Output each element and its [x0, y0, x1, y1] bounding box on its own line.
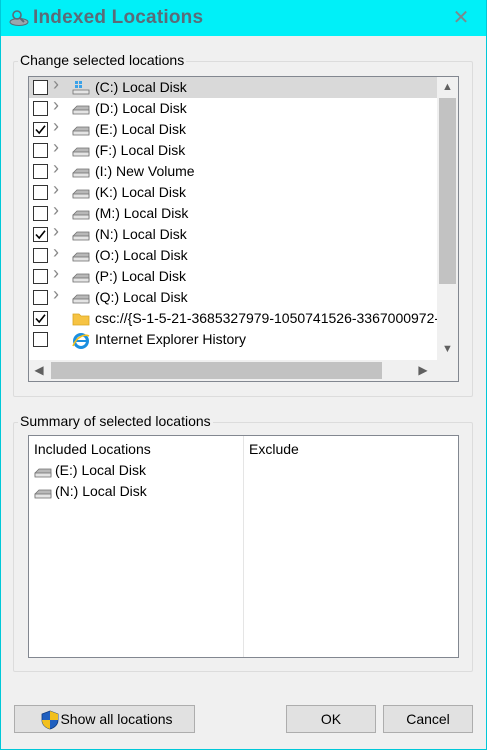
- drive-icon: [71, 290, 91, 306]
- scroll-down-icon[interactable]: ▼: [437, 339, 458, 359]
- tree-row[interactable]: › (N:) Local Disk: [29, 222, 438, 245]
- drive-icon: [71, 122, 91, 138]
- tree-row[interactable]: › (D:) Local Disk: [29, 96, 438, 119]
- change-locations-label: Change selected locations: [18, 52, 187, 68]
- tree-row[interactable]: › (P:) Local Disk: [29, 264, 438, 287]
- cancel-label: Cancel: [406, 711, 450, 727]
- column-divider: [243, 436, 244, 657]
- location-checkbox[interactable]: [33, 164, 48, 179]
- location-label: csc://{S-1-5-21-3685327979-1050741526-33…: [95, 310, 438, 326]
- drive-icon: [71, 227, 91, 243]
- tree-row[interactable]: › (C:) Local Disk: [29, 77, 438, 98]
- close-button[interactable]: ✕: [450, 7, 472, 29]
- horizontal-scrollbar[interactable]: ◀ ▶: [29, 360, 458, 381]
- folder-icon: [71, 311, 91, 327]
- chevron-right-icon[interactable]: ›: [53, 201, 65, 219]
- drive-icon: [71, 248, 91, 264]
- location-label: (I:) New Volume: [95, 163, 195, 179]
- location-checkbox[interactable]: [33, 248, 48, 263]
- location-checkbox[interactable]: [33, 332, 48, 347]
- drive-icon: [71, 143, 91, 159]
- location-checkbox[interactable]: [33, 185, 48, 200]
- search-index-icon: [9, 10, 29, 26]
- ok-label: OK: [320, 711, 342, 727]
- tree-row[interactable]: › (M:) Local Disk: [29, 201, 438, 224]
- vertical-scroll-thumb[interactable]: [439, 98, 456, 284]
- exclude-header: Exclude: [249, 441, 299, 457]
- vertical-scrollbar[interactable]: ▲ ▼: [437, 77, 458, 360]
- windows-drive-icon: [71, 80, 91, 96]
- chevron-right-icon[interactable]: ›: [53, 138, 65, 156]
- cancel-button[interactable]: Cancel: [383, 705, 473, 733]
- location-label: (C:) Local Disk: [95, 79, 187, 95]
- location-checkbox[interactable]: [33, 80, 48, 95]
- chevron-right-icon[interactable]: ›: [53, 243, 65, 261]
- chevron-right-icon[interactable]: ›: [53, 222, 65, 240]
- location-checkbox[interactable]: [33, 206, 48, 221]
- horizontal-scroll-thumb[interactable]: [51, 362, 382, 379]
- location-checkbox[interactable]: [33, 290, 48, 305]
- drive-icon: [71, 206, 91, 222]
- tree-row[interactable]: Internet Explorer History: [29, 329, 438, 350]
- included-item-label: (N:) Local Disk: [55, 483, 147, 499]
- tree-row[interactable]: csc://{S-1-5-21-3685327979-1050741526-33…: [29, 308, 438, 329]
- drive-icon: [71, 101, 91, 117]
- show-all-locations-button[interactable]: Show all locations: [14, 705, 195, 733]
- location-checkbox[interactable]: [33, 227, 48, 242]
- location-label: (O:) Local Disk: [95, 247, 188, 263]
- uac-shield-icon: [41, 710, 59, 730]
- drive-icon: [33, 464, 53, 480]
- tree-rows: › (C:) Local Disk › (D:) Local Disk › (E:) Lo…: [29, 77, 438, 360]
- tree-row[interactable]: › (E:) Local Disk: [29, 117, 438, 140]
- scroll-right-icon[interactable]: ▶: [413, 360, 433, 381]
- tree-row[interactable]: › (O:) Local Disk: [29, 243, 438, 266]
- indexed-locations-dialog: Indexed Locations ✕ Change selected loca…: [0, 0, 487, 750]
- tree-row[interactable]: › (K:) Local Disk: [29, 180, 438, 203]
- title-bar[interactable]: Indexed Locations ✕: [1, 0, 486, 36]
- included-item-label: (E:) Local Disk: [55, 462, 147, 478]
- locations-tree[interactable]: › (C:) Local Disk › (D:) Local Disk › (E:) Lo…: [28, 76, 459, 382]
- scroll-up-icon[interactable]: ▲: [437, 77, 458, 97]
- drive-icon: [71, 164, 91, 180]
- tree-row[interactable]: › (I:) New Volume: [29, 159, 438, 182]
- chevron-right-icon[interactable]: ›: [53, 180, 65, 198]
- location-checkbox[interactable]: [33, 122, 48, 137]
- summary-list: Included Locations Exclude (E:) Local Di…: [28, 435, 459, 658]
- location-checkbox[interactable]: [33, 143, 48, 158]
- chevron-right-icon[interactable]: ›: [53, 264, 65, 282]
- chevron-right-icon[interactable]: ›: [53, 285, 65, 303]
- drive-icon: [71, 185, 91, 201]
- summary-label: Summary of selected locations: [18, 413, 213, 429]
- ok-button[interactable]: OK: [286, 705, 376, 733]
- chevron-right-icon[interactable]: ›: [53, 77, 65, 93]
- chevron-right-icon[interactable]: ›: [53, 96, 65, 114]
- location-checkbox[interactable]: [33, 101, 48, 116]
- chevron-right-icon[interactable]: ›: [53, 159, 65, 177]
- location-label: (N:) Local Disk: [95, 226, 187, 242]
- drive-icon: [33, 485, 53, 501]
- chevron-right-icon[interactable]: ›: [53, 117, 65, 135]
- location-checkbox[interactable]: [33, 311, 48, 326]
- location-label: (P:) Local Disk: [95, 268, 187, 284]
- location-label: (K:) Local Disk: [95, 184, 187, 200]
- close-icon: ✕: [452, 7, 470, 29]
- location-label: (F:) Local Disk: [95, 142, 186, 158]
- location-label: (D:) Local Disk: [95, 100, 187, 116]
- location-label: (M:) Local Disk: [95, 205, 189, 221]
- drive-icon: [71, 269, 91, 285]
- location-label: Internet Explorer History: [95, 331, 246, 347]
- window-title: Indexed Locations: [33, 7, 204, 28]
- scroll-left-icon[interactable]: ◀: [29, 360, 49, 381]
- show-all-locations-label: Show all locations: [60, 711, 173, 727]
- internet-explorer-icon: [71, 332, 91, 349]
- included-locations-header: Included Locations: [34, 441, 151, 457]
- tree-row[interactable]: › (Q:) Local Disk: [29, 285, 438, 308]
- location-label: (Q:) Local Disk: [95, 289, 188, 305]
- location-checkbox[interactable]: [33, 269, 48, 284]
- location-label: (E:) Local Disk: [95, 121, 187, 137]
- tree-row[interactable]: › (F:) Local Disk: [29, 138, 438, 161]
